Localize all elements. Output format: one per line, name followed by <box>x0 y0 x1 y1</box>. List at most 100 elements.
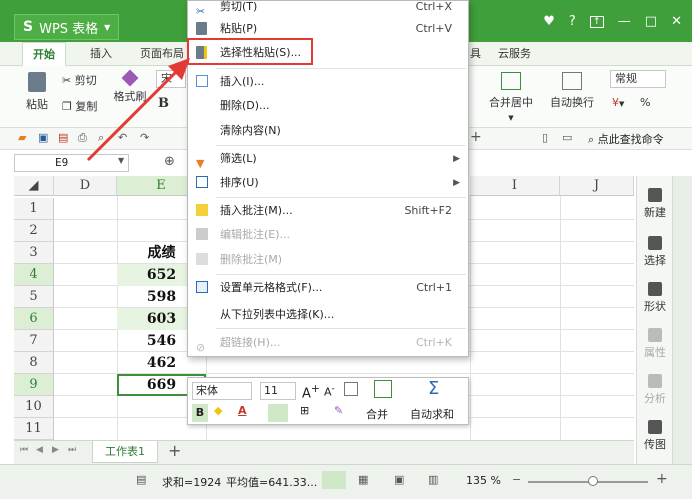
zoom-slider-handle[interactable] <box>588 476 598 486</box>
bold-button[interactable]: B <box>158 96 169 111</box>
mini-font-name-select[interactable]: 宋体 <box>192 382 252 400</box>
zoom-in-icon[interactable]: + <box>656 471 668 487</box>
first-sheet-icon[interactable]: ⏮ <box>20 445 28 455</box>
vertical-scrollbar[interactable] <box>672 176 692 464</box>
percent-button[interactable]: % <box>640 96 650 109</box>
prev-sheet-icon[interactable]: ◀ <box>36 445 43 455</box>
save-icon[interactable]: ▣ <box>38 131 48 144</box>
menu-item-delete[interactable]: 删除(D)... <box>188 94 468 118</box>
side-upload-image-button[interactable]: 传图 <box>637 420 673 452</box>
side-shape-button[interactable]: 形状 <box>637 282 673 314</box>
menu-item-format-cells[interactable]: 设置单元格格式(F)... Ctrl+1 <box>188 276 468 300</box>
app-menu-button[interactable]: S WPS 表格 ▼ <box>14 14 120 40</box>
clipboard-icon <box>196 22 207 35</box>
undo-icon[interactable]: ↶ <box>118 131 127 144</box>
tab-insert[interactable]: 插入 <box>90 42 112 66</box>
normal-view-icon[interactable] <box>322 471 346 489</box>
open-folder-icon[interactable]: ▰ <box>18 131 26 144</box>
tab-tools[interactable]: 具 <box>470 42 481 66</box>
side-select-button[interactable]: 选择 <box>637 236 673 268</box>
page-break-view-icon[interactable]: ▣ <box>394 473 404 486</box>
zoom-icon[interactable]: ⊕ <box>164 154 175 169</box>
side-new-button[interactable]: 新建 <box>637 188 673 220</box>
font-color-icon[interactable]: A <box>238 404 247 417</box>
zoom-level[interactable]: 135 % <box>466 474 501 487</box>
print-preview-icon[interactable]: ⌕ <box>98 131 104 145</box>
row-header-6[interactable]: 6 <box>14 308 54 330</box>
row-header-8[interactable]: 8 <box>14 352 54 374</box>
side-analysis-button[interactable]: 分析 <box>637 374 673 406</box>
align-center-icon[interactable] <box>268 404 288 422</box>
menu-item-clear-contents[interactable]: 清除内容(N) <box>188 119 468 143</box>
mini-font-size-select[interactable]: 11 <box>260 382 296 400</box>
add-icon[interactable]: + <box>470 129 482 145</box>
redo-icon[interactable]: ↷ <box>140 131 149 144</box>
name-box[interactable]: E9 <box>14 154 129 172</box>
row-header-4[interactable]: 4 <box>14 264 54 286</box>
column-header-j[interactable]: J <box>560 176 634 196</box>
print-icon[interactable]: ⎙ <box>78 131 87 145</box>
close-button[interactable]: ✕ <box>671 14 682 29</box>
row-header-10[interactable]: 10 <box>14 396 54 418</box>
maximize-button[interactable]: □ <box>645 14 657 29</box>
row-header-11[interactable]: 11 <box>14 418 54 440</box>
shrink-font-icon[interactable]: A- <box>324 383 335 399</box>
fill-color-icon[interactable]: ◆ <box>214 404 222 417</box>
tab-cloud-service[interactable]: 云服务 <box>498 42 531 66</box>
cut-button[interactable]: ✂ 剪切 <box>62 72 97 88</box>
help-icon[interactable]: ? <box>569 14 576 29</box>
currency-format-button[interactable]: ¥▼ <box>612 96 624 109</box>
comment-icon[interactable]: ▭ <box>562 131 572 144</box>
insert-cells-icon <box>196 75 208 87</box>
mini-format-painter-icon[interactable]: ✎ <box>334 404 343 417</box>
menu-item-filter[interactable]: ▼ 筛选(L) ▶ <box>188 147 468 171</box>
column-header-d[interactable]: D <box>54 176 117 196</box>
d-icon[interactable]: ▯ <box>542 131 548 144</box>
zoom-out-icon[interactable]: − <box>512 473 521 486</box>
menu-item-pick-from-list[interactable]: 从下拉列表中选择(K)... <box>188 303 468 327</box>
chevron-down-icon[interactable]: ▼ <box>118 156 124 165</box>
filter-icon: ▼ <box>196 157 205 170</box>
tab-home[interactable]: 开始 <box>22 42 66 66</box>
column-header-i[interactable]: I <box>470 176 560 196</box>
mini-merge-button[interactable]: 合并 <box>366 406 388 422</box>
minimize-button[interactable]: — <box>618 14 631 29</box>
merge-center-button[interactable]: 合并居中 ▼ <box>486 72 536 123</box>
side-property-button[interactable]: 属性 <box>637 328 673 360</box>
row-header-3[interactable]: 3 <box>14 242 54 264</box>
number-format-select[interactable]: 常规 <box>610 70 666 88</box>
status-doc-icon[interactable]: ▤ <box>136 473 146 486</box>
select-all-corner[interactable]: ◢ <box>14 176 54 196</box>
font-name-preview[interactable]: 宋 <box>156 70 186 88</box>
menu-item-sort[interactable]: 排序(U) ▶ <box>188 171 468 195</box>
tab-page-layout[interactable]: 页面布局 <box>140 42 184 66</box>
find-command[interactable]: ⌕ 点此查找命令 <box>588 131 664 147</box>
format-painter-button[interactable]: 格式刷 <box>110 69 150 104</box>
row-header-1[interactable]: 1 <box>14 198 54 220</box>
copy-button[interactable]: ❐ 复制 <box>62 98 97 114</box>
next-sheet-icon[interactable]: ▶ <box>52 445 59 455</box>
row-header-9[interactable]: 9 <box>14 374 54 396</box>
menu-item-insert[interactable]: 插入(I)... <box>188 70 468 94</box>
export-pdf-icon[interactable]: ▤ <box>58 131 68 144</box>
analysis-icon <box>648 374 662 388</box>
mini-autosum-button[interactable]: 自动求和 <box>410 406 454 422</box>
row-header-7[interactable]: 7 <box>14 330 54 352</box>
grow-font-icon[interactable]: A+ <box>302 382 320 401</box>
mini-format-icon[interactable] <box>344 382 358 396</box>
restore-icon[interactable]: ↑ <box>589 15 604 28</box>
reading-mode-icon[interactable]: ▥ <box>428 473 438 486</box>
menu-item-insert-comment[interactable]: 插入批注(M)... Shift+F2 <box>188 199 468 223</box>
add-sheet-icon[interactable]: + <box>168 441 181 460</box>
sheet-tab-1[interactable]: 工作表1 <box>92 441 158 463</box>
mini-bold-button[interactable]: B <box>192 404 208 422</box>
row-header-5[interactable]: 5 <box>14 286 54 308</box>
page-layout-view-icon[interactable]: ▦ <box>358 473 368 486</box>
border-icon[interactable]: ⊞ <box>300 404 309 417</box>
search-icon: ⌕ <box>588 133 595 146</box>
skin-icon[interactable]: ♥ <box>543 14 555 29</box>
paste-button[interactable]: 粘贴 <box>22 72 52 112</box>
last-sheet-icon[interactable]: ⏭ <box>68 445 76 455</box>
wrap-text-button[interactable]: 自动换行 <box>548 72 596 110</box>
row-header-2[interactable]: 2 <box>14 220 54 242</box>
